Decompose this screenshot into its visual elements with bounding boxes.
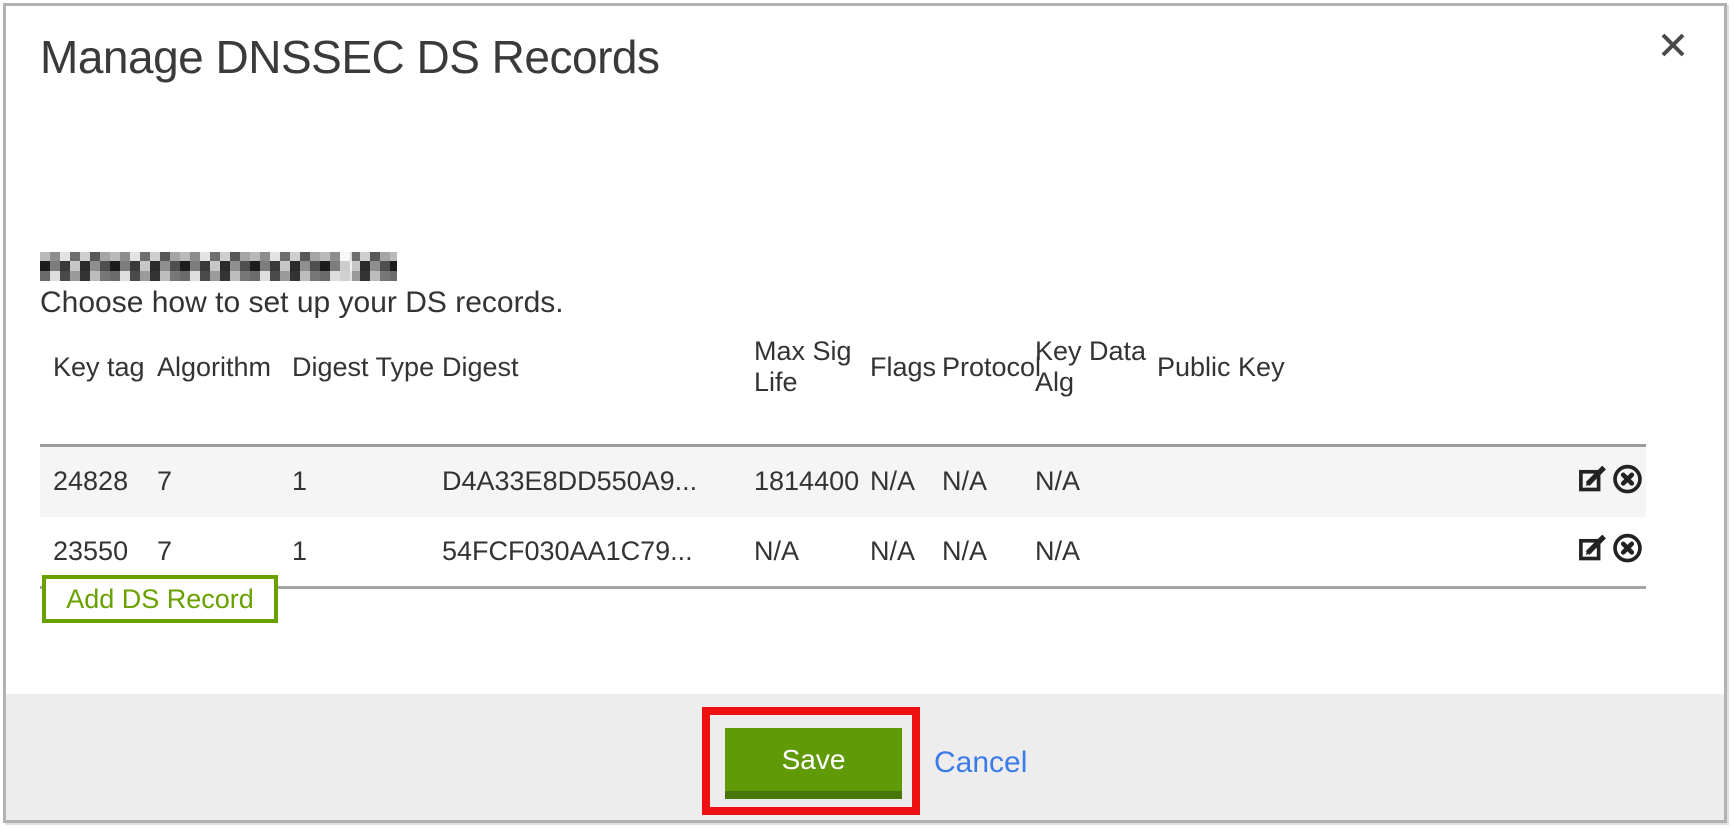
table-row: 23550 7 1 54FCF030AA1C79... N/A N/A N/A … [40, 517, 1646, 588]
cell-max-sig-life: 1814400 [754, 446, 870, 517]
col-public-key: Public Key [1157, 330, 1546, 446]
cell-max-sig-life: N/A [754, 517, 870, 588]
cell-actions [1546, 517, 1646, 588]
close-icon[interactable] [1656, 28, 1690, 62]
dialog-footer: Save Cancel [6, 694, 1724, 820]
col-algorithm: Algorithm [157, 330, 292, 446]
cell-protocol: N/A [942, 446, 1035, 517]
cell-digest: 54FCF030AA1C79... [442, 517, 754, 588]
cell-actions [1546, 446, 1646, 517]
redacted-domain-name [40, 252, 397, 281]
save-button[interactable]: Save [725, 728, 902, 799]
cell-protocol: N/A [942, 517, 1035, 588]
cell-key-data-alg: N/A [1035, 517, 1157, 588]
cancel-link[interactable]: Cancel [934, 746, 1027, 780]
cell-digest-type: 1 [292, 446, 442, 517]
cell-flags: N/A [870, 446, 942, 517]
cell-public-key [1157, 446, 1546, 517]
col-actions [1546, 330, 1646, 446]
col-key-data-alg: Key Data Alg [1035, 330, 1157, 446]
col-digest-type: Digest Type [292, 330, 442, 446]
edit-icon[interactable] [1576, 462, 1609, 495]
cell-key-data-alg: N/A [1035, 446, 1157, 517]
table-row: 24828 7 1 D4A33E8DD550A9... 1814400 N/A … [40, 446, 1646, 517]
add-ds-record-button[interactable]: Add DS Record [42, 575, 278, 623]
ds-records-table: Key tag Algorithm Digest Type Digest Max… [40, 330, 1646, 589]
edit-icon[interactable] [1576, 531, 1609, 564]
cell-algorithm: 7 [157, 446, 292, 517]
delete-icon[interactable] [1611, 531, 1644, 564]
cell-digest: D4A33E8DD550A9... [442, 446, 754, 517]
cell-digest-type: 1 [292, 517, 442, 588]
cell-key-tag: 24828 [40, 446, 157, 517]
dialog-title: Manage DNSSEC DS Records [40, 30, 659, 84]
table-header-row: Key tag Algorithm Digest Type Digest Max… [40, 330, 1646, 446]
cell-public-key [1157, 517, 1546, 588]
col-flags: Flags [870, 330, 942, 446]
dialog-subtitle: Choose how to set up your DS records. [40, 286, 564, 320]
col-digest: Digest [442, 330, 754, 446]
col-protocol: Protocol [942, 330, 1035, 446]
col-max-sig-life: Max Sig Life [754, 330, 870, 446]
screen: Manage DNSSEC DS Records Choose how to s… [0, 0, 1734, 830]
manage-dnssec-dialog: Manage DNSSEC DS Records Choose how to s… [3, 3, 1727, 823]
delete-icon[interactable] [1611, 462, 1644, 495]
col-key-tag: Key tag [40, 330, 157, 446]
cell-flags: N/A [870, 517, 942, 588]
